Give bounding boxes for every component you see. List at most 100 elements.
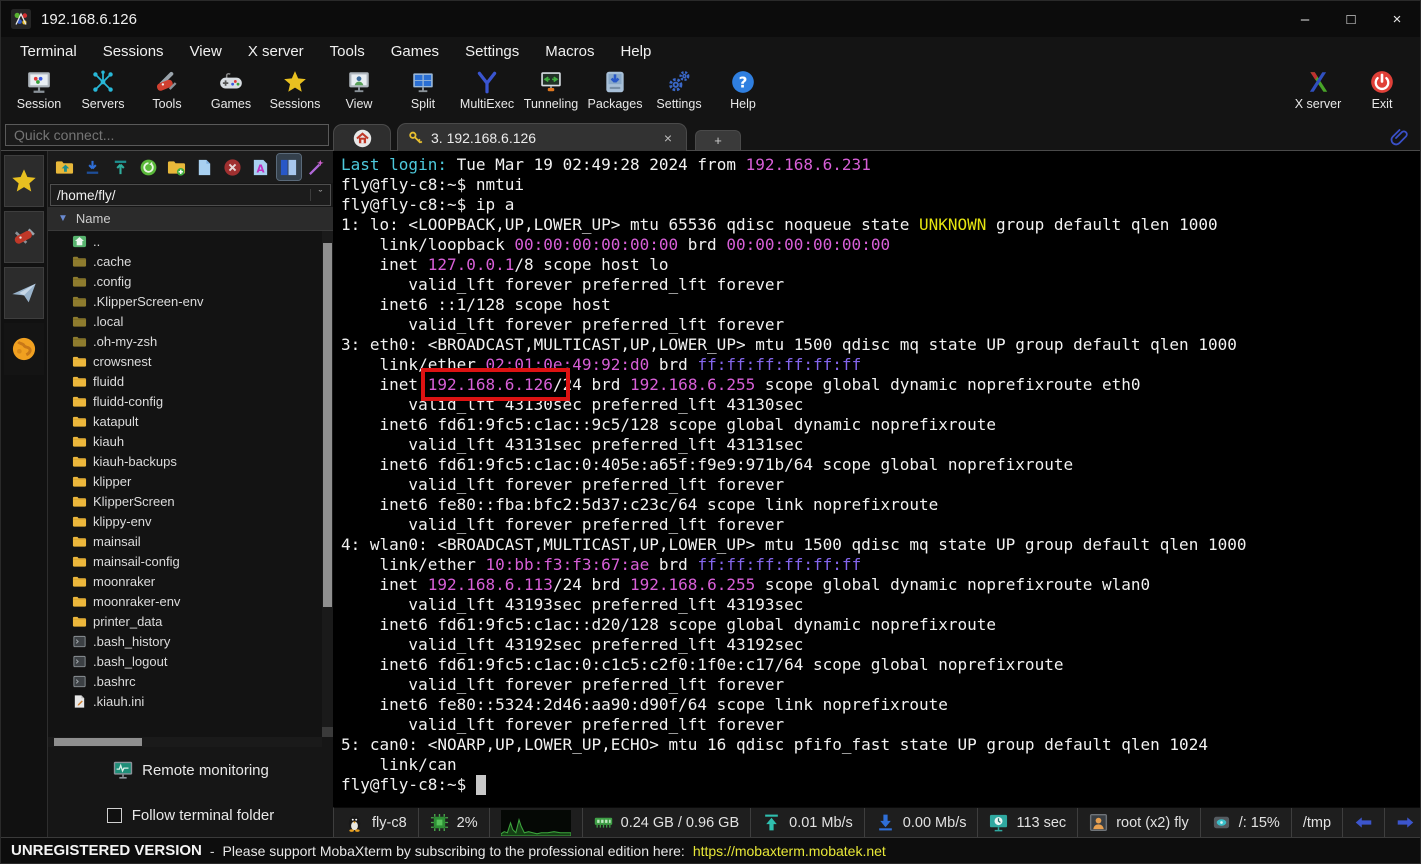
file-toolbar-button[interactable] — [277, 154, 301, 180]
menu-item[interactable]: Terminal — [9, 40, 88, 63]
toolbar-button[interactable]: Servers — [71, 67, 135, 111]
menu-item[interactable]: Help — [609, 40, 662, 63]
toolbar-button[interactable]: Sessions — [263, 67, 327, 111]
file-row[interactable]: katapult — [48, 411, 333, 431]
file-row[interactable]: kiauh — [48, 431, 333, 451]
menu-item[interactable]: Settings — [454, 40, 530, 63]
file-row[interactable]: .bashrc — [48, 671, 333, 691]
tab-close-icon[interactable]: × — [660, 130, 676, 146]
toolbar-button-label: Help — [730, 97, 756, 111]
session-tab-active[interactable]: 3. 192.168.6.126 × — [397, 123, 687, 151]
toolbar-button[interactable]: ? Help — [711, 67, 775, 111]
folder-icon — [72, 614, 87, 629]
file-row[interactable]: moonraker-env — [48, 591, 333, 611]
dual-pane-icon — [279, 158, 298, 177]
toolbar-button[interactable]: View — [327, 67, 391, 111]
close-button[interactable]: × — [1374, 1, 1420, 37]
chevron-down-icon[interactable]: ˇ — [310, 189, 330, 201]
terminal-line: valid_lft forever preferred_lft forever — [341, 515, 1420, 535]
arrow-left-icon — [1354, 813, 1373, 832]
minimize-button[interactable]: – — [1282, 1, 1328, 37]
sidebar-tab[interactable] — [4, 211, 44, 263]
file-row[interactable]: .oh-my-zsh — [48, 331, 333, 351]
file-toolbar-button[interactable] — [80, 154, 104, 180]
toolbar-button[interactable]: Split — [391, 67, 455, 111]
file-toolbar-button[interactable] — [52, 154, 76, 180]
file-name: .bash_history — [93, 634, 170, 649]
session-tab-label: 3. 192.168.6.126 — [431, 130, 652, 146]
shell-file-icon — [72, 654, 87, 669]
file-row[interactable]: mainsail-config — [48, 551, 333, 571]
file-row[interactable]: .local — [48, 311, 333, 331]
file-row[interactable]: .bash_history — [48, 631, 333, 651]
multiexec-icon — [474, 69, 500, 95]
home-tab[interactable] — [333, 124, 391, 151]
file-row[interactable]: .KlipperScreen-env — [48, 291, 333, 311]
toolbar-button[interactable]: X server — [1286, 67, 1350, 111]
file-row[interactable]: .kiauh.ini — [48, 691, 333, 711]
menu-item[interactable]: X server — [237, 40, 315, 63]
file-list-header[interactable]: ▼ Name — [48, 207, 333, 231]
file-row[interactable]: klipper — [48, 471, 333, 491]
file-name: moonraker — [93, 574, 155, 589]
quick-connect-input[interactable] — [5, 124, 329, 146]
file-row[interactable]: .config — [48, 271, 333, 291]
file-toolbar-button[interactable] — [221, 154, 245, 180]
menu-item[interactable]: Sessions — [92, 40, 175, 63]
sidebar-tab[interactable] — [4, 155, 44, 207]
file-row[interactable]: crowsnest — [48, 351, 333, 371]
mobatek-link[interactable]: https://mobaxterm.mobatek.net — [693, 843, 886, 859]
file-row[interactable]: .bash_logout — [48, 651, 333, 671]
toolbar-button[interactable]: Games — [199, 67, 263, 111]
menu-item[interactable]: Macros — [534, 40, 605, 63]
toolbar-button[interactable]: Tunneling — [519, 67, 583, 111]
toolbar-button[interactable]: Settings — [647, 67, 711, 111]
terminal-output[interactable]: Last login: Tue Mar 19 02:49:28 2024 fro… — [333, 151, 1420, 807]
toolbar-button[interactable]: MultiExec — [455, 67, 519, 111]
toolbar-button[interactable]: Packages — [583, 67, 647, 111]
file-row[interactable]: klippy-env — [48, 511, 333, 531]
sidebar-tab[interactable] — [4, 323, 44, 375]
file-name: katapult — [93, 414, 139, 429]
status-cell-text: 0.00 Mb/s — [903, 815, 967, 831]
file-row[interactable]: fluidd — [48, 371, 333, 391]
tab-bar: 3. 192.168.6.126 × + — [333, 121, 741, 151]
file-row[interactable]: .. — [48, 231, 333, 251]
file-toolbar-button[interactable] — [136, 154, 160, 180]
follow-folder-checkbox[interactable] — [107, 808, 122, 823]
download-rate-icon — [876, 813, 895, 832]
file-row[interactable]: mainsail — [48, 531, 333, 551]
menu-item[interactable]: View — [179, 40, 233, 63]
file-row[interactable]: fluidd-config — [48, 391, 333, 411]
file-list-horizontal-scrollbar[interactable] — [48, 737, 322, 747]
file-row[interactable]: moonraker — [48, 571, 333, 591]
toolbar-button[interactable]: Exit — [1350, 67, 1414, 111]
file-list-vertical-scrollbar[interactable] — [322, 231, 333, 737]
menu-item[interactable]: Tools — [319, 40, 376, 63]
file-toolbar-button[interactable] — [164, 154, 188, 180]
path-dropdown[interactable]: /home/fly/ ˇ — [50, 184, 331, 206]
file-toolbar-button[interactable]: A — [249, 154, 273, 180]
file-row[interactable]: printer_data — [48, 611, 333, 631]
file-toolbar-button[interactable] — [305, 154, 329, 180]
terminal-line: valid_lft 43131sec preferred_lft 43131se… — [341, 435, 1420, 455]
file-name: mainsail — [93, 534, 141, 549]
tux-icon — [345, 813, 364, 832]
sidebar-tab[interactable] — [4, 267, 44, 319]
new-tab-button[interactable]: + — [695, 130, 741, 150]
status-cell[interactable] — [1343, 808, 1385, 837]
file-row[interactable]: .cache — [48, 251, 333, 271]
file-toolbar-button[interactable] — [192, 154, 216, 180]
terminal-line: inet 192.168.6.113/24 brd 192.168.6.255 … — [341, 575, 1420, 595]
file-row[interactable]: KlipperScreen — [48, 491, 333, 511]
macros-paperplane-icon — [10, 279, 38, 307]
toolbar-button[interactable]: Tools — [135, 67, 199, 111]
maximize-button[interactable]: □ — [1328, 1, 1374, 37]
remote-monitoring-button[interactable]: Remote monitoring — [48, 747, 333, 793]
menu-item[interactable]: Games — [380, 40, 450, 63]
file-toolbar-button[interactable] — [108, 154, 132, 180]
status-cell[interactable] — [1385, 808, 1421, 837]
paperclip-icon[interactable] — [1390, 126, 1410, 146]
toolbar-button[interactable]: Session — [7, 67, 71, 111]
file-row[interactable]: kiauh-backups — [48, 451, 333, 471]
